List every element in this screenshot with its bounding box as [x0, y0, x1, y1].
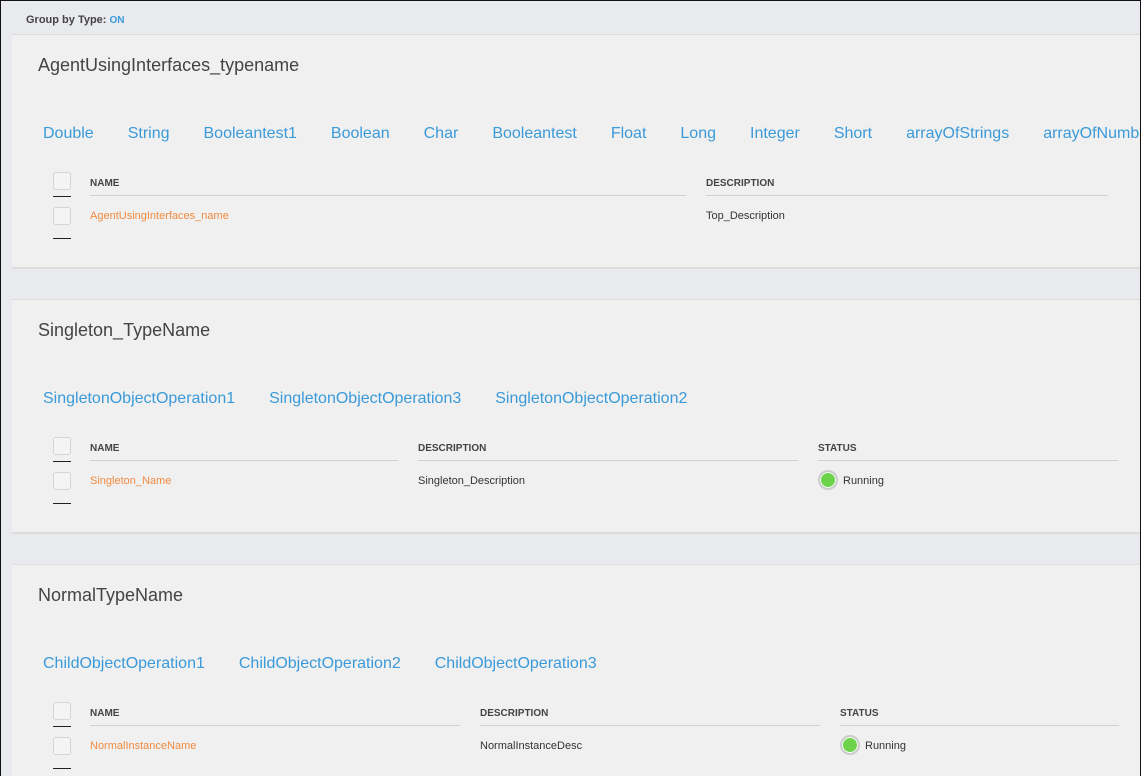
instance-description: NormalInstanceDesc — [480, 740, 583, 752]
group-by-type-toggle[interactable]: Group by Type: ON — [26, 14, 125, 26]
operation-link[interactable]: arrayOfNumbers — [1043, 125, 1140, 143]
type-card-agent: AgentUsingInterfaces_typename Double Str… — [12, 34, 1140, 269]
type-title: Singleton_TypeName — [38, 320, 211, 340]
select-all-checkbox[interactable] — [53, 702, 71, 727]
instances-table: NAME DESCRIPTION STATUS Singleton_Name S… — [53, 437, 1140, 504]
operation-link[interactable]: SingletonObjectOperation2 — [495, 390, 687, 408]
operation-link[interactable]: arrayOfStrings — [906, 125, 1009, 143]
status-running-icon — [840, 735, 860, 755]
group-by-value: ON — [109, 15, 125, 26]
operation-link[interactable]: SingletonObjectOperation1 — [43, 390, 235, 408]
group-by-label: Group by Type: — [26, 14, 107, 26]
operations-list: Double String Booleantest1 Boolean Char … — [38, 124, 1140, 144]
operation-link[interactable]: Short — [834, 125, 872, 143]
table-row: Singleton_Name Singleton_Description Run… — [53, 470, 1140, 504]
operation-link[interactable]: Double — [43, 125, 94, 143]
operation-link[interactable]: Char — [424, 125, 459, 143]
column-header-name[interactable]: NAME — [90, 437, 398, 461]
instance-name-link[interactable]: AgentUsingInterfaces_name — [90, 207, 686, 225]
instance-status: Running — [840, 735, 1119, 755]
operation-link[interactable]: SingletonObjectOperation3 — [269, 390, 461, 408]
operation-link[interactable]: ChildObjectOperation2 — [239, 655, 401, 673]
operation-link[interactable]: Booleantest1 — [204, 125, 297, 143]
column-header-name[interactable]: NAME — [90, 172, 686, 196]
table-row: NormalInstanceName NormalInstanceDesc Ru… — [53, 735, 1140, 769]
status-text: Running — [843, 475, 884, 487]
table-header: NAME DESCRIPTION STATUS — [53, 437, 1140, 462]
column-header-description[interactable]: DESCRIPTION — [480, 702, 820, 726]
instances-table: NAME DESCRIPTION AgentUsingInterfaces_na… — [53, 172, 1140, 239]
status-text: Running — [865, 740, 906, 752]
column-header-status[interactable]: STATUS — [840, 702, 1119, 726]
column-header-name[interactable]: NAME — [90, 702, 460, 726]
operation-link[interactable]: Float — [611, 125, 647, 143]
row-checkbox[interactable] — [53, 737, 71, 769]
row-checkbox[interactable] — [53, 472, 71, 504]
type-title: NormalTypeName — [38, 585, 184, 605]
column-header-status[interactable]: STATUS — [818, 437, 1118, 461]
type-title: AgentUsingInterfaces_typename — [38, 55, 300, 75]
instance-name-link[interactable]: NormalInstanceName — [90, 737, 460, 755]
type-card-normal: NormalTypeName ChildObjectOperation1 Chi… — [12, 564, 1140, 776]
column-header-description[interactable]: DESCRIPTION — [706, 172, 1108, 196]
status-running-icon — [818, 470, 838, 490]
operation-link[interactable]: Boolean — [331, 125, 390, 143]
type-card-singleton: Singleton_TypeName SingletonObjectOperat… — [12, 299, 1140, 534]
instance-description: Singleton_Description — [418, 475, 526, 487]
operation-link[interactable]: Booleantest — [492, 125, 577, 143]
operation-link[interactable]: Integer — [750, 125, 800, 143]
table-header: NAME DESCRIPTION STATUS — [53, 702, 1140, 727]
instances-table: NAME DESCRIPTION STATUS NormalInstanceNa… — [53, 702, 1140, 769]
table-header: NAME DESCRIPTION — [53, 172, 1140, 197]
operation-link[interactable]: String — [128, 125, 170, 143]
operations-list: ChildObjectOperation1 ChildObjectOperati… — [38, 654, 1140, 674]
operation-link[interactable]: Long — [680, 125, 716, 143]
instance-status: Running — [818, 470, 1118, 490]
table-row: AgentUsingInterfaces_name Top_Descriptio… — [53, 207, 1140, 239]
column-header-description[interactable]: DESCRIPTION — [418, 437, 798, 461]
instance-description: Top_Description — [706, 210, 785, 222]
row-checkbox[interactable] — [53, 207, 71, 239]
select-all-checkbox[interactable] — [53, 172, 71, 197]
operations-list: SingletonObjectOperation1 SingletonObjec… — [38, 389, 1140, 409]
instance-name-link[interactable]: Singleton_Name — [90, 472, 398, 490]
operation-link[interactable]: ChildObjectOperation1 — [43, 655, 205, 673]
operation-link[interactable]: ChildObjectOperation3 — [435, 655, 597, 673]
select-all-checkbox[interactable] — [53, 437, 71, 462]
